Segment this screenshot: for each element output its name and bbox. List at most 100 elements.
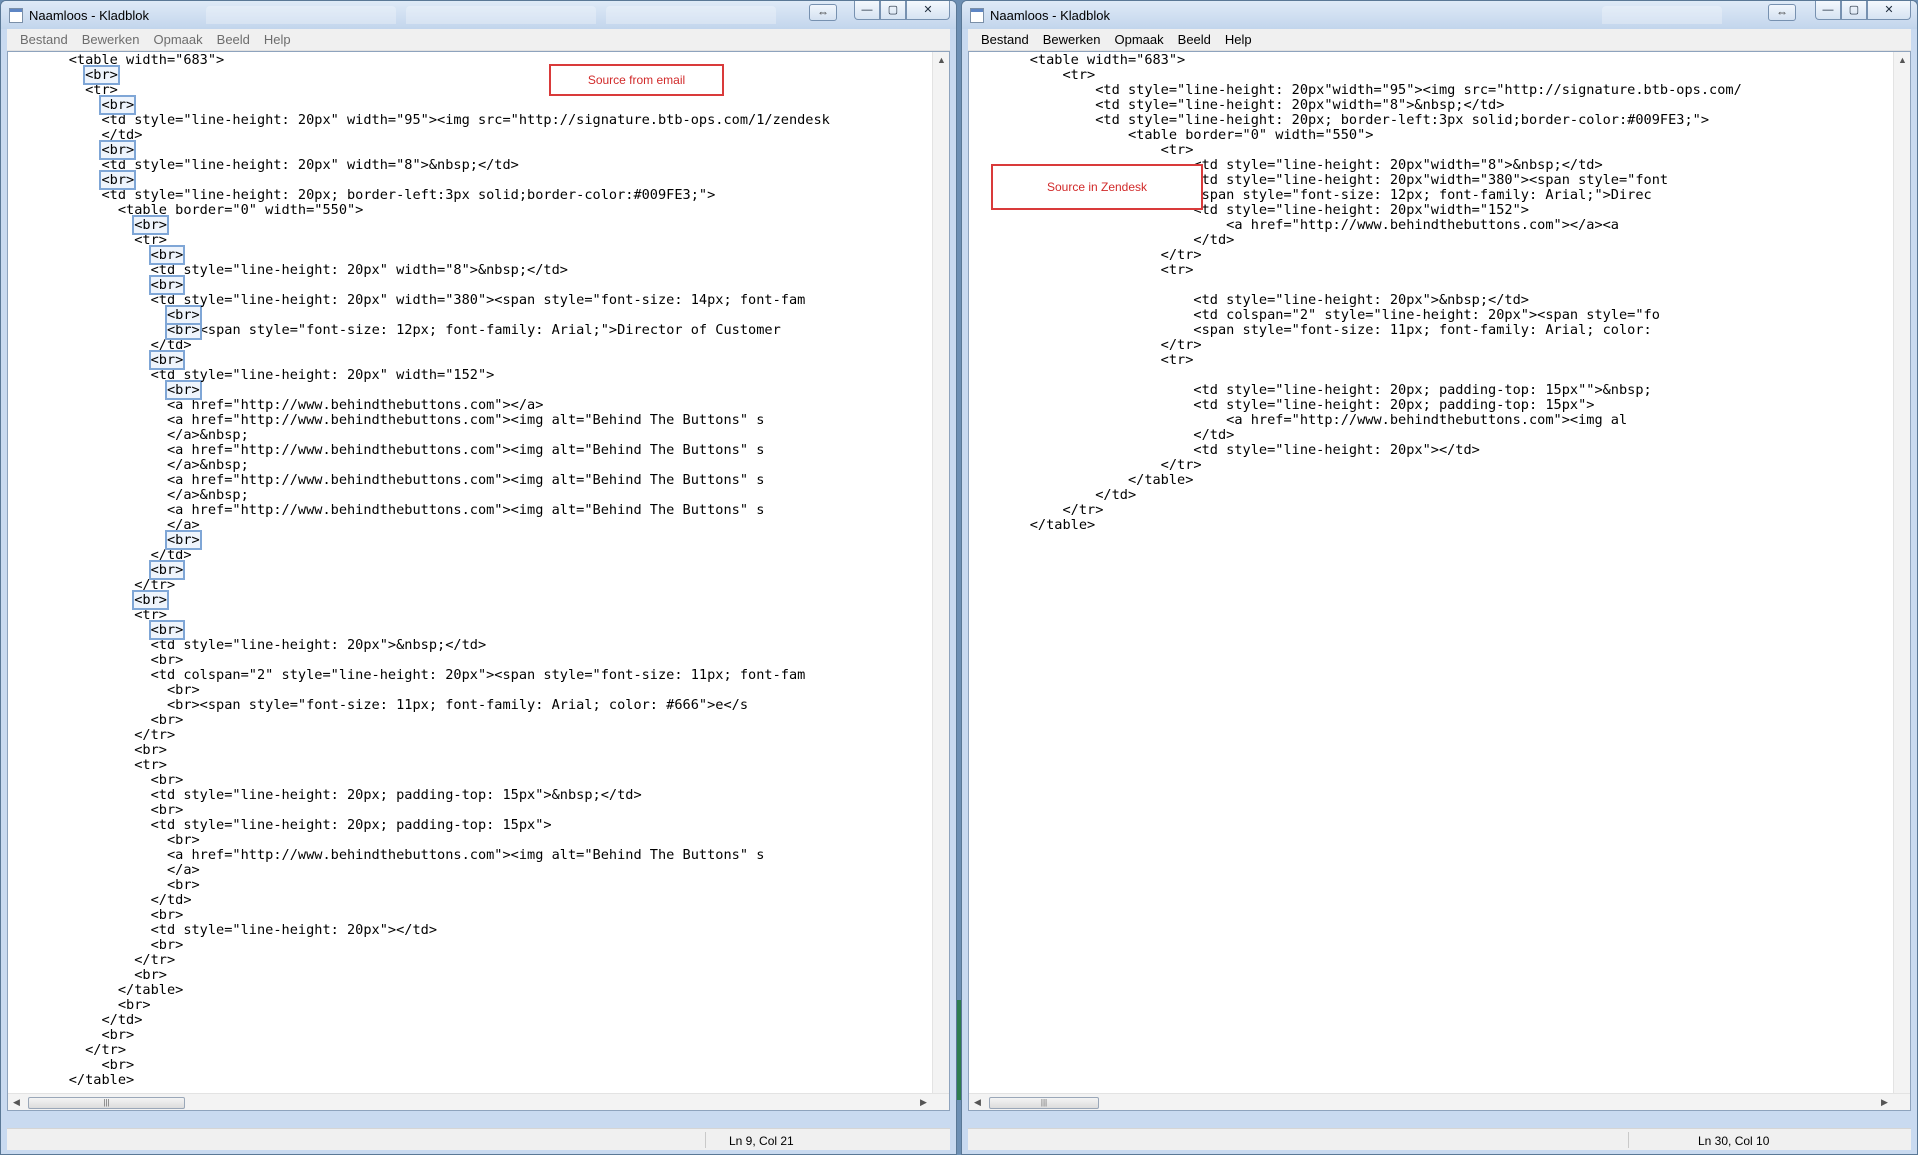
text-editor[interactable]: </table> <br> </tr> <br> </td> <br> </ta…: [7, 51, 950, 1111]
code-line: </tr>: [36, 577, 176, 593]
code-line: <br>: [36, 877, 200, 893]
code-line: <td style="line-height: 20px">&nbsp;</td…: [997, 292, 1529, 308]
code-line: <table border="0" width="550">: [997, 127, 1374, 143]
code-line: </td>: [36, 547, 192, 563]
scroll-right-icon[interactable]: ▶: [1876, 1094, 1893, 1110]
code-line: <br>: [36, 997, 151, 1013]
br-highlight: <br>: [164, 530, 202, 550]
code-line: <a href="http://www.behindthebuttons.com…: [36, 397, 544, 413]
resize-icon[interactable]: ⇔: [809, 4, 837, 21]
horizontal-scrollbar[interactable]: ◀ ||| ▶: [8, 1093, 949, 1110]
code-line: <td style="line-height: 20px; padding-to…: [36, 817, 552, 833]
vertical-scrollbar[interactable]: ▲ ▼: [932, 52, 949, 1110]
code-line: <br>: [36, 305, 202, 325]
code-line: </a>&nbsp;: [36, 457, 249, 473]
code-line: </table>: [997, 517, 1096, 533]
code-line: </td>: [36, 1012, 143, 1028]
br-highlight: <br>: [148, 560, 186, 580]
minimize-icon[interactable]: —: [1815, 1, 1841, 20]
notepad-icon: [970, 8, 984, 23]
code-line: <tr>: [36, 607, 167, 623]
window-title: Naamloos - Kladblok: [990, 8, 1110, 23]
br-highlight: <br>: [132, 590, 169, 610]
code-line: <td style="line-height: 20px; padding-to…: [997, 382, 1652, 398]
menu-bewerken[interactable]: Bewerken: [1036, 29, 1108, 50]
code-line: <br>: [36, 65, 120, 85]
code-line: <td style="line-height: 20px"width="8">&…: [997, 97, 1505, 113]
code-line: <td colspan="2" style="line-height: 20px…: [997, 307, 1660, 323]
vertical-scrollbar[interactable]: ▲ ▼: [1893, 52, 1910, 1110]
scroll-up-icon[interactable]: ▲: [1894, 52, 1910, 69]
code-line: <table width="683">: [997, 52, 1186, 68]
code-line: <td style="line-height: 20px; padding-to…: [36, 787, 642, 803]
code-line: </td>: [36, 127, 143, 143]
code-line: <br>: [36, 967, 167, 983]
scroll-thumb[interactable]: |||: [28, 1097, 185, 1109]
menu-opmaak[interactable]: Opmaak: [147, 29, 210, 50]
notepad-window-right[interactable]: Naamloos - Kladblok ⇔ — ▢ ✕ Bestand Bewe…: [961, 0, 1918, 1155]
title-bar[interactable]: Naamloos - Kladblok ⇔ — ▢ ✕: [962, 1, 1917, 29]
code-line: <td style="line-height: 20px">&nbsp;</td…: [36, 637, 487, 653]
notepad-window-left[interactable]: Naamloos - Kladblok ⇔ — ▢ ✕ Bestand Bewe…: [0, 0, 957, 1155]
menu-opmaak[interactable]: Opmaak: [1108, 29, 1171, 50]
maximize-icon[interactable]: ▢: [1841, 1, 1867, 20]
code-line: </table>: [36, 982, 184, 998]
text-editor[interactable]: </table> </tr> </td> </table> </tr> <td …: [968, 51, 1911, 1111]
menu-beeld[interactable]: Beeld: [210, 29, 257, 50]
code-line: <span style="font-size: 11px; font-famil…: [997, 322, 1652, 338]
code-line: <br>: [36, 712, 184, 728]
br-highlight: <br>: [148, 620, 186, 640]
code-line: <a href="http://www.behindthebuttons.com…: [36, 472, 765, 488]
code-line: <br>: [36, 832, 200, 848]
scroll-thumb[interactable]: |||: [989, 1097, 1099, 1109]
scroll-left-icon[interactable]: ◀: [969, 1094, 986, 1110]
menu-beeld[interactable]: Beeld: [1171, 29, 1218, 50]
code-line: </tr>: [997, 247, 1202, 263]
menu-help[interactable]: Help: [257, 29, 298, 50]
menu-bewerken[interactable]: Bewerken: [75, 29, 147, 50]
code-line: </table>: [997, 472, 1194, 488]
resize-icon[interactable]: ⇔: [1768, 4, 1796, 21]
scroll-up-icon[interactable]: ▲: [933, 52, 949, 69]
horizontal-scrollbar[interactable]: ◀ ||| ▶: [969, 1093, 1910, 1110]
code-line: <td style="line-height: 20px" width="8">…: [36, 157, 519, 173]
code-line: <td style="line-height: 20px" width="380…: [36, 292, 806, 308]
code-line: </td>: [36, 337, 192, 353]
background-tab: [406, 6, 596, 24]
code-line: <br>: [36, 140, 137, 160]
code-line: <br>: [36, 742, 167, 758]
br-highlight: <br>: [99, 170, 137, 190]
br-highlight: <br>: [83, 65, 120, 85]
notepad-icon: [9, 8, 23, 23]
code-line: </a>&nbsp;: [36, 487, 249, 503]
code-line: <td style="line-height: 20px"></td>: [36, 922, 438, 938]
code-line: <td style="line-height: 20px; border-lef…: [997, 112, 1710, 128]
code-line: </tr>: [997, 337, 1202, 353]
code-line: <br>: [36, 170, 137, 190]
minimize-icon[interactable]: —: [854, 1, 880, 20]
code-line: <td style="line-height: 20px" width="8">…: [36, 262, 568, 278]
menu-help[interactable]: Help: [1218, 29, 1259, 50]
code-line: <br>: [36, 350, 186, 370]
code-line: </a>: [36, 517, 200, 533]
br-highlight: <br>: [99, 140, 137, 160]
code-line: <br>: [36, 937, 184, 953]
code-line: </table>: [36, 1072, 135, 1088]
code-line: <tr>: [997, 142, 1194, 158]
annotation-box: Source in Zendesk: [991, 164, 1203, 210]
code-line: <a href="http://www.behindthebuttons.com…: [36, 502, 765, 518]
menu-bestand[interactable]: Bestand: [974, 29, 1036, 50]
close-icon[interactable]: ✕: [906, 1, 950, 20]
code-line: <a href="http://www.behindthebuttons.com…: [997, 217, 1619, 233]
scroll-right-icon[interactable]: ▶: [915, 1094, 932, 1110]
code-line: </tr>: [36, 727, 176, 743]
code-line: </a>: [36, 862, 200, 878]
scroll-left-icon[interactable]: ◀: [8, 1094, 25, 1110]
maximize-icon[interactable]: ▢: [880, 1, 906, 20]
close-icon[interactable]: ✕: [1867, 1, 1911, 20]
code-line: </tr>: [997, 457, 1202, 473]
code-line: <tr>: [997, 262, 1194, 278]
title-bar[interactable]: Naamloos - Kladblok ⇔ — ▢ ✕: [1, 1, 956, 29]
menu-bestand[interactable]: Bestand: [13, 29, 75, 50]
code-line: <td colspan="2" style="line-height: 20px…: [36, 667, 806, 683]
